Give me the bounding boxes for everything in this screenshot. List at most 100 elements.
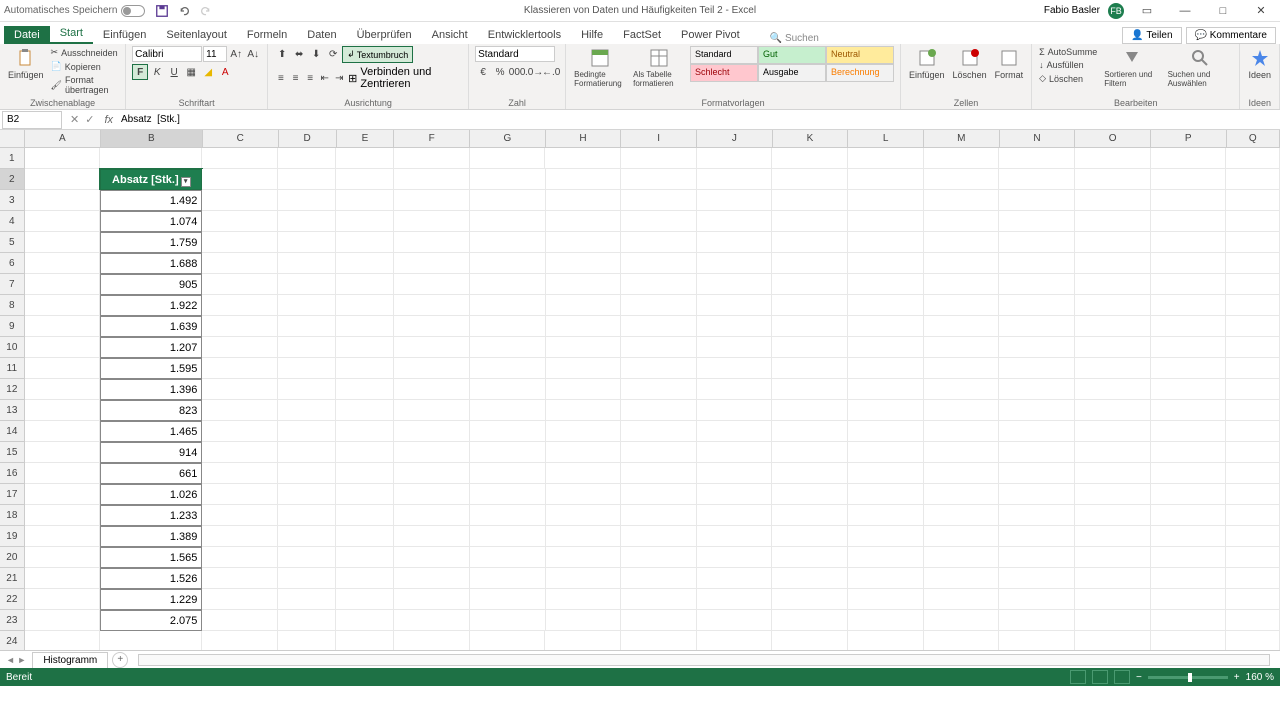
cell-F2[interactable] bbox=[394, 169, 470, 190]
cell-O12[interactable] bbox=[1075, 379, 1151, 400]
style-neutral[interactable]: Neutral bbox=[826, 46, 894, 64]
style-gallery[interactable]: Standard Gut Neutral Schlecht Ausgabe Be… bbox=[690, 46, 894, 82]
cell-A6[interactable] bbox=[25, 253, 101, 274]
cell-B15[interactable]: 914 bbox=[100, 442, 202, 463]
cell-O18[interactable] bbox=[1075, 505, 1151, 526]
cell-A24[interactable] bbox=[25, 631, 101, 650]
cell-I11[interactable] bbox=[621, 358, 697, 379]
increase-decimal-icon[interactable]: .0→ bbox=[526, 64, 542, 80]
cell-C21[interactable] bbox=[202, 568, 278, 589]
cell-G9[interactable] bbox=[470, 316, 546, 337]
row-header-5[interactable]: 5 bbox=[0, 232, 25, 253]
style-standard[interactable]: Standard bbox=[690, 46, 758, 64]
tab-review[interactable]: Überprüfen bbox=[347, 26, 422, 44]
cell-E18[interactable] bbox=[336, 505, 394, 526]
cell-K5[interactable] bbox=[772, 232, 848, 253]
cell-P19[interactable] bbox=[1151, 526, 1227, 547]
cell-J3[interactable] bbox=[697, 190, 773, 211]
cell-M18[interactable] bbox=[924, 505, 1000, 526]
cell-K17[interactable] bbox=[772, 484, 848, 505]
cell-K13[interactable] bbox=[772, 400, 848, 421]
cell-M14[interactable] bbox=[924, 421, 1000, 442]
cell-J7[interactable] bbox=[697, 274, 773, 295]
cell-A9[interactable] bbox=[25, 316, 101, 337]
tab-factset[interactable]: FactSet bbox=[613, 26, 671, 44]
row-header-24[interactable]: 24 bbox=[0, 631, 25, 650]
cell-P3[interactable] bbox=[1151, 190, 1227, 211]
cell-D2[interactable] bbox=[278, 169, 336, 190]
cell-L2[interactable] bbox=[848, 169, 924, 190]
cell-M7[interactable] bbox=[924, 274, 1000, 295]
cell-K18[interactable] bbox=[772, 505, 848, 526]
font-size-select[interactable] bbox=[203, 46, 227, 62]
cell-F21[interactable] bbox=[394, 568, 470, 589]
cell-B7[interactable]: 905 bbox=[100, 274, 202, 295]
comma-icon[interactable]: 000 bbox=[509, 64, 525, 80]
cell-E5[interactable] bbox=[336, 232, 394, 253]
cell-F20[interactable] bbox=[394, 547, 470, 568]
col-header-P[interactable]: P bbox=[1151, 130, 1227, 148]
cell-J20[interactable] bbox=[697, 547, 773, 568]
cell-G15[interactable] bbox=[470, 442, 546, 463]
cell-B9[interactable]: 1.639 bbox=[100, 316, 202, 337]
cell-C14[interactable] bbox=[202, 421, 278, 442]
cell-G24[interactable] bbox=[470, 631, 546, 650]
cell-H19[interactable] bbox=[546, 526, 622, 547]
cell-G18[interactable] bbox=[470, 505, 546, 526]
cell-C17[interactable] bbox=[202, 484, 278, 505]
cell-G21[interactable] bbox=[470, 568, 546, 589]
cut-button[interactable]: ✂ Ausschneiden bbox=[50, 46, 120, 59]
cell-F5[interactable] bbox=[394, 232, 470, 253]
cell-P7[interactable] bbox=[1151, 274, 1227, 295]
cell-B24[interactable] bbox=[100, 631, 202, 650]
redo-icon[interactable] bbox=[199, 4, 213, 18]
cell-F18[interactable] bbox=[394, 505, 470, 526]
border-button[interactable]: ▦ bbox=[183, 64, 199, 80]
cell-N16[interactable] bbox=[999, 463, 1075, 484]
cell-P10[interactable] bbox=[1151, 337, 1227, 358]
row-header-12[interactable]: 12 bbox=[0, 379, 25, 400]
cell-M12[interactable] bbox=[924, 379, 1000, 400]
cell-A3[interactable] bbox=[25, 190, 101, 211]
cell-C13[interactable] bbox=[202, 400, 278, 421]
cell-A18[interactable] bbox=[25, 505, 101, 526]
cell-C16[interactable] bbox=[202, 463, 278, 484]
cell-O2[interactable] bbox=[1075, 169, 1151, 190]
cell-Q17[interactable] bbox=[1226, 484, 1280, 505]
percent-icon[interactable]: % bbox=[492, 64, 508, 80]
cell-Q16[interactable] bbox=[1226, 463, 1280, 484]
cell-M4[interactable] bbox=[924, 211, 1000, 232]
cell-B23[interactable]: 2.075 bbox=[100, 610, 202, 631]
cell-N11[interactable] bbox=[999, 358, 1075, 379]
row-header-6[interactable]: 6 bbox=[0, 253, 25, 274]
cell-H21[interactable] bbox=[546, 568, 622, 589]
cell-P8[interactable] bbox=[1151, 295, 1227, 316]
cell-H3[interactable] bbox=[546, 190, 622, 211]
cell-J12[interactable] bbox=[697, 379, 773, 400]
cell-H14[interactable] bbox=[546, 421, 622, 442]
cell-N7[interactable] bbox=[999, 274, 1075, 295]
cell-E3[interactable] bbox=[336, 190, 394, 211]
row-header-19[interactable]: 19 bbox=[0, 526, 25, 547]
sheet-tab-histogramm[interactable]: Histogramm bbox=[32, 652, 108, 668]
row-header-17[interactable]: 17 bbox=[0, 484, 25, 505]
cell-L6[interactable] bbox=[848, 253, 924, 274]
row-header-1[interactable]: 1 bbox=[0, 148, 25, 169]
format-table-button[interactable]: Als Tabelle formatieren bbox=[631, 46, 686, 90]
align-left-icon[interactable]: ≡ bbox=[274, 70, 288, 86]
filter-icon[interactable]: ▾ bbox=[181, 177, 191, 187]
cell-E13[interactable] bbox=[336, 400, 394, 421]
cell-O16[interactable] bbox=[1075, 463, 1151, 484]
zoom-out-icon[interactable]: − bbox=[1136, 672, 1142, 683]
cell-I20[interactable] bbox=[621, 547, 697, 568]
row-header-22[interactable]: 22 bbox=[0, 589, 25, 610]
cell-C6[interactable] bbox=[202, 253, 278, 274]
cell-C22[interactable] bbox=[202, 589, 278, 610]
cell-I16[interactable] bbox=[621, 463, 697, 484]
cell-D24[interactable] bbox=[278, 631, 336, 650]
cell-D17[interactable] bbox=[278, 484, 336, 505]
cell-D21[interactable] bbox=[278, 568, 336, 589]
cell-H23[interactable] bbox=[546, 610, 622, 631]
cell-G12[interactable] bbox=[470, 379, 546, 400]
cell-H2[interactable] bbox=[546, 169, 622, 190]
